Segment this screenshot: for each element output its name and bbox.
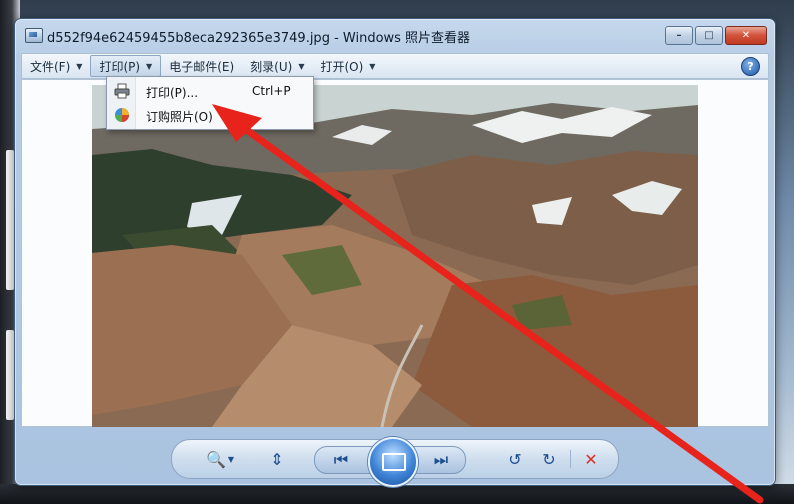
chevron-down-icon: ▼ bbox=[369, 61, 376, 71]
chevron-down-icon: ▼ bbox=[227, 454, 235, 464]
rotate-left-icon: ↺ bbox=[508, 449, 522, 469]
toolbar-separator bbox=[570, 450, 571, 468]
previous-icon: ⏮ bbox=[333, 450, 349, 469]
order-prints-icon bbox=[114, 107, 130, 123]
mountain-landscape-illustration bbox=[92, 85, 698, 427]
menu-item-order-prints[interactable]: 订购照片(O) bbox=[108, 103, 312, 127]
menu-print[interactable]: 打印(P) ▼ bbox=[90, 55, 162, 77]
rotate-right-icon: ↻ bbox=[542, 449, 556, 469]
menu-item-print[interactable]: 打印(P)... Ctrl+P bbox=[108, 79, 312, 103]
menu-burn-label: 刻录(U) bbox=[250, 59, 293, 74]
menu-burn[interactable]: 刻录(U) ▼ bbox=[242, 55, 312, 77]
delete-icon: ✕ bbox=[584, 449, 598, 469]
minimize-button[interactable]: – bbox=[665, 26, 693, 45]
window-title: d552f94e62459455b8eca292365e3749.jpg - W… bbox=[47, 31, 471, 46]
menu-email[interactable]: 电子邮件(E) bbox=[161, 55, 242, 77]
zoom-button[interactable]: 🔍 ▼ bbox=[200, 448, 240, 470]
next-icon: ⏭ bbox=[433, 450, 449, 469]
printer-icon bbox=[114, 83, 130, 99]
chevron-down-icon: ▼ bbox=[298, 61, 305, 71]
menu-open[interactable]: 打开(O) ▼ bbox=[312, 55, 383, 77]
fit-window-icon: ⇕ bbox=[270, 449, 284, 469]
viewer-toolbar: 🔍 ▼ ⇕ ⏮ ⏭ ↺ ↻ ✕ bbox=[171, 437, 619, 487]
delete-button[interactable]: ✕ bbox=[578, 448, 604, 470]
menu-item-print-label: 打印(P)... bbox=[146, 86, 199, 100]
magnifier-plus-icon: 🔍 bbox=[205, 449, 226, 469]
previous-button[interactable]: ⏮ bbox=[327, 449, 355, 471]
photo-image bbox=[92, 85, 698, 427]
chevron-down-icon: ▼ bbox=[76, 61, 83, 71]
rotate-counterclockwise-button[interactable]: ↺ bbox=[502, 448, 528, 470]
help-icon[interactable]: ? bbox=[741, 57, 760, 76]
menu-print-label: 打印(P) bbox=[99, 59, 141, 74]
caption-buttons: – □ ✕ bbox=[665, 26, 767, 45]
desktop-wallpaper-strip bbox=[6, 330, 14, 420]
image-viewport bbox=[21, 79, 769, 427]
desktop-wallpaper-strip bbox=[6, 150, 14, 290]
menu-file[interactable]: 文件(F) ▼ bbox=[22, 55, 90, 77]
print-dropdown-menu: 打印(P)... Ctrl+P 订购照片(O) bbox=[106, 76, 314, 130]
next-button[interactable]: ⏭ bbox=[427, 449, 455, 471]
maximize-button[interactable]: □ bbox=[695, 26, 723, 45]
menu-file-label: 文件(F) bbox=[30, 59, 71, 74]
photo-viewer-app-icon bbox=[25, 28, 43, 43]
taskbar bbox=[0, 484, 794, 504]
menu-email-label: 电子邮件(E) bbox=[169, 59, 235, 74]
menu-item-print-shortcut: Ctrl+P bbox=[252, 84, 291, 98]
close-button[interactable]: ✕ bbox=[725, 26, 767, 45]
menu-item-order-prints-label: 订购照片(O) bbox=[146, 110, 213, 124]
title-bar[interactable]: d552f94e62459455b8eca292365e3749.jpg - W… bbox=[15, 19, 775, 49]
rotate-clockwise-button[interactable]: ↻ bbox=[536, 448, 562, 470]
menu-open-label: 打开(O) bbox=[320, 59, 364, 74]
slideshow-button[interactable] bbox=[368, 437, 418, 487]
chevron-down-icon: ▼ bbox=[146, 61, 153, 71]
actual-size-button[interactable]: ⇕ bbox=[264, 448, 290, 470]
slideshow-icon bbox=[382, 453, 406, 471]
